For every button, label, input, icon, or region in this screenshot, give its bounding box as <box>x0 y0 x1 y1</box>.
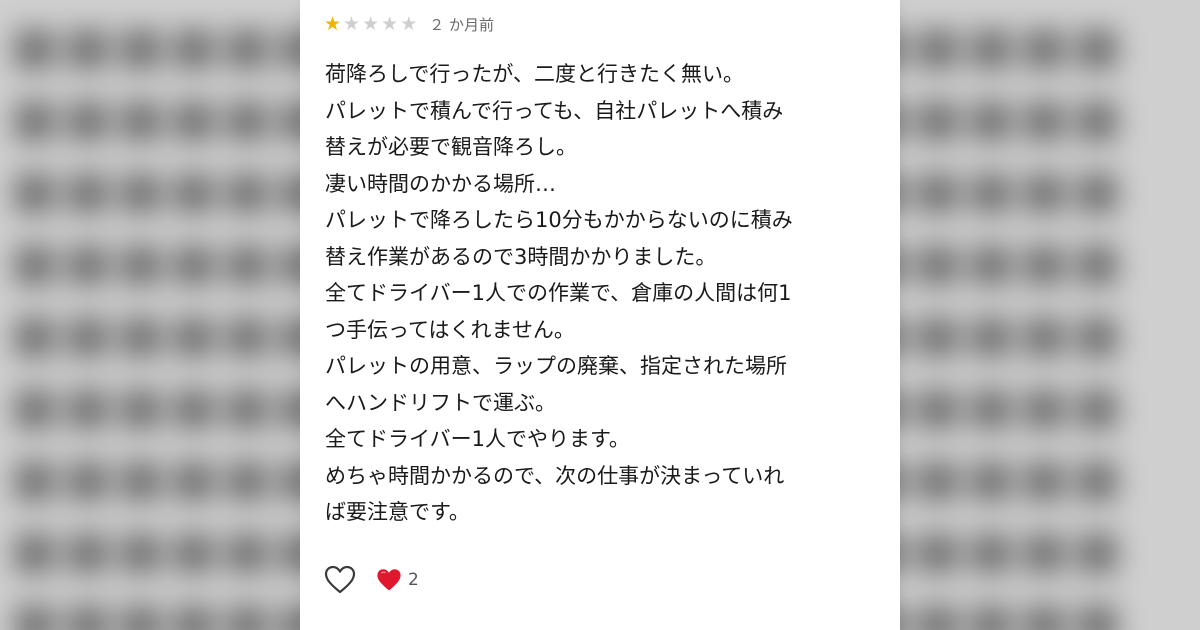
review-text-line: へハンドリフトで運ぶ。 <box>325 390 556 415</box>
review-text-line: パレットの用意、ラップの廃棄、指定された場所 <box>325 354 787 378</box>
review-text-line: 全てドライバー1人での作業で、倉庫の人間は何1 <box>325 281 792 305</box>
star-empty-icon: ★ <box>400 13 418 35</box>
reaction-count: 2 <box>408 570 419 590</box>
review-text-line: ば要注意です。 <box>325 500 470 524</box>
review-text-line: 替え作業があるので3時間かかりました。 <box>325 244 717 269</box>
heart-reaction-button[interactable]: 2 <box>376 568 419 592</box>
star-filled-icon: ★ <box>324 13 342 35</box>
review-text-line: 替えが必要で観音降ろし。 <box>325 135 577 159</box>
star-empty-icon: ★ <box>381 13 399 35</box>
review-text-line: 荷降ろしで行ったが、二度と行きたく無い。 <box>325 62 744 86</box>
review-text-line: 全てドライバー1人でやります。 <box>325 427 630 451</box>
review-text-line: 凄い時間のかかる場所… <box>325 171 556 196</box>
review-timestamp: ２ か月前 <box>429 15 495 34</box>
star-rating: ★ ★ ★ ★ ★ <box>324 14 417 34</box>
heart-outline-icon <box>324 565 356 594</box>
star-empty-icon: ★ <box>343 13 361 35</box>
review-text-line: つ手伝ってはくれません。 <box>325 317 575 342</box>
review-text: 荷降ろしで行ったが、二度と行きたく無い。 パレットで積んで行っても、自社パレット… <box>325 56 885 531</box>
red-heart-icon <box>377 569 401 591</box>
review-text-line: めちゃ時間かかるので、次の仕事が決まっていれ <box>325 463 785 488</box>
review-actions: 2 <box>324 564 419 596</box>
star-empty-icon: ★ <box>362 13 380 35</box>
screenshot-stage: ■■■■■■■■■■■■■■■■■■■■■ ■■■■■■■■■■■■■■■■■■… <box>0 0 1200 630</box>
review-meta: ★ ★ ★ ★ ★ ２ か月前 <box>324 12 494 36</box>
review-text-line: パレットで積んで行っても、自社パレットへ積み <box>325 98 784 123</box>
review-text-line: パレットで降ろしたら10分もかからないのに積み <box>325 208 793 232</box>
review-card: ★ ★ ★ ★ ★ ２ か月前 荷降ろしで行ったが、二度と行きたく無い。 パレッ… <box>300 0 900 630</box>
like-button[interactable] <box>324 564 356 596</box>
